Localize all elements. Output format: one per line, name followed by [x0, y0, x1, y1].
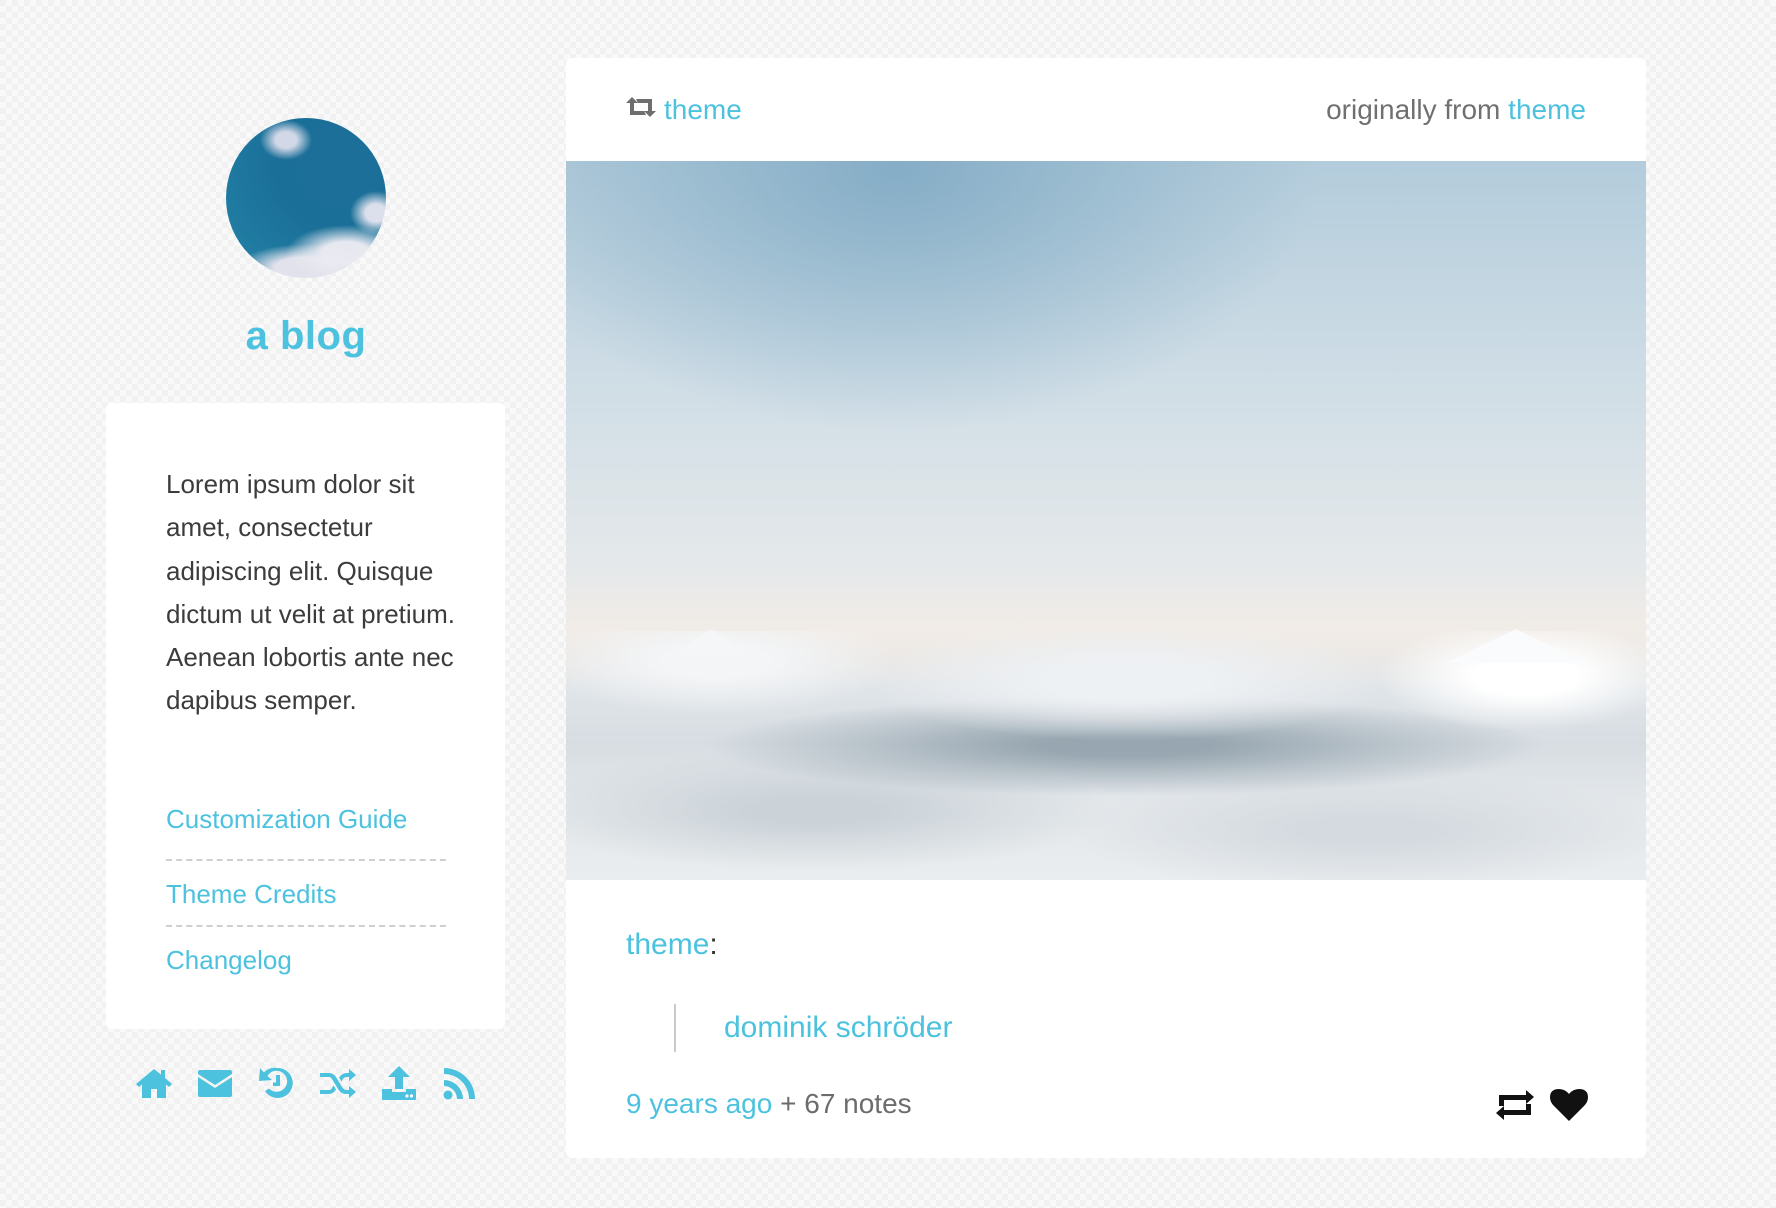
sidebar-description-box: Lorem ipsum dolor sit amet, consectetur …	[106, 403, 505, 1029]
rss-icon[interactable]	[440, 1063, 480, 1103]
changelog-link[interactable]: Changelog	[166, 927, 446, 993]
post-source: theme:	[626, 928, 718, 962]
post-photo[interactable]	[566, 161, 1646, 880]
post-caption-quote: dominik schröder	[674, 1004, 952, 1052]
post-source-link[interactable]: theme	[626, 928, 709, 961]
reblogged-from: theme	[626, 94, 742, 126]
customization-guide-link[interactable]: Customization Guide	[166, 795, 446, 861]
reblogged-from-link[interactable]: theme	[664, 94, 742, 126]
shuffle-icon[interactable]	[318, 1063, 358, 1103]
blog-description: Lorem ipsum dolor sit amet, consectetur …	[166, 469, 455, 716]
sidebar-links: Customization Guide Theme Credits Change…	[166, 795, 446, 993]
history-icon[interactable]	[256, 1063, 296, 1103]
post-meta: 9 years ago + 67 notes	[626, 1088, 912, 1120]
post-header: theme originally from theme	[566, 58, 1646, 161]
photo-peak-right	[1446, 629, 1586, 663]
post-card: theme originally from theme theme: domin…	[566, 58, 1646, 1158]
caption-author-link[interactable]: dominik schröder	[724, 1011, 952, 1044]
sidebar-nav-icons	[134, 1062, 480, 1104]
reblog-icon	[1496, 1090, 1534, 1120]
photo-clouds	[566, 631, 1646, 880]
photo-peak-left	[671, 629, 751, 655]
post-source-colon: :	[709, 928, 718, 961]
theme-credits-link[interactable]: Theme Credits	[166, 861, 446, 927]
blog-title[interactable]: a blog	[186, 314, 426, 359]
originally-from-label: originally from	[1326, 94, 1501, 125]
mail-icon[interactable]	[195, 1063, 235, 1103]
avatar[interactable]	[226, 118, 386, 278]
upload-icon[interactable]	[379, 1063, 419, 1103]
reblog-icon	[626, 94, 664, 126]
post-notes-link[interactable]: + 67 notes	[780, 1088, 912, 1119]
originally-from: originally from theme	[1326, 94, 1586, 126]
post-timestamp-link[interactable]: 9 years ago	[626, 1088, 772, 1119]
post-actions	[1496, 1088, 1588, 1127]
heart-icon	[1550, 1089, 1588, 1121]
originally-from-link[interactable]: theme	[1508, 94, 1586, 125]
home-icon[interactable]	[134, 1063, 174, 1103]
like-button[interactable]	[1550, 1088, 1588, 1127]
reblog-button[interactable]	[1496, 1088, 1534, 1127]
